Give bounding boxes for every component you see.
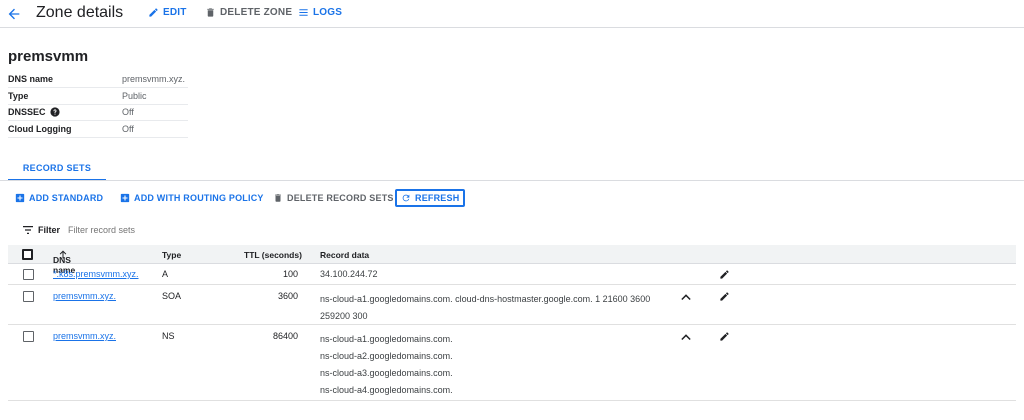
logs-button[interactable]: LOGS (298, 7, 342, 18)
row-checkbox[interactable] (23, 331, 34, 342)
add-routing-policy-label: ADD WITH ROUTING POLICY (134, 193, 264, 203)
pencil-icon (149, 8, 158, 17)
edit-button[interactable]: EDIT (148, 7, 187, 18)
delete-zone-button[interactable]: DELETE ZONE (205, 7, 292, 18)
row-checkbox[interactable] (23, 291, 34, 302)
detail-row: Cloud Logging Off (8, 120, 188, 138)
page-title: Zone details (36, 4, 124, 21)
table-row: *.k8s.premsvmm.xyz. A 100 34.100.244.72 (8, 264, 1016, 285)
delete-zone-label: DELETE ZONE (220, 7, 293, 18)
tab-record-sets[interactable]: RECORD SETS (8, 156, 106, 181)
plus-box-icon (15, 193, 25, 203)
table-header: DNS name Type TTL (seconds) Record data (8, 245, 1016, 275)
detail-value: Public (122, 87, 188, 105)
dns-name-link[interactable]: premsvmm.xyz. (53, 331, 116, 341)
add-routing-policy-button[interactable]: ADD WITH ROUTING POLICY (120, 193, 264, 203)
select-all-checkbox[interactable] (22, 249, 33, 260)
record-data: ns-cloud-a1.googledomains.com. ns-cloud-… (320, 332, 453, 400)
trash-icon (207, 8, 214, 17)
plus-box-icon (120, 193, 130, 203)
record-data-line: ns-cloud-a1.googledomains.com. cloud-dns… (320, 294, 651, 304)
detail-key: DNSSEC (8, 107, 46, 118)
record-ttl: 100 (282, 269, 298, 279)
table-row: premsvmm.xyz. NS 86400 ns-cloud-a1.googl… (8, 325, 1016, 401)
col-dns-name[interactable]: DNS name (53, 250, 75, 275)
record-data-line: 259200 300 (320, 311, 368, 321)
detail-value: premsvmm.xyz. (122, 71, 188, 88)
record-ttl: 3600 (277, 291, 298, 301)
record-data-line: ns-cloud-a3.googledomains.com. (320, 368, 453, 378)
record-data-line: 34.100.244.72 (320, 269, 378, 279)
filter-bar: Filter (0, 219, 1024, 241)
dns-name-link[interactable]: premsvmm.xyz. (53, 291, 116, 301)
detail-key: Type (8, 87, 122, 105)
record-type: SOA (162, 291, 182, 301)
detail-value: Off (122, 120, 188, 138)
record-data: 34.100.244.72 (320, 267, 378, 284)
filter-input[interactable] (68, 225, 269, 235)
trash-icon (275, 194, 281, 202)
row-checkbox[interactable] (23, 269, 34, 280)
record-data: ns-cloud-a1.googledomains.com. cloud-dns… (320, 292, 650, 326)
record-data-line: ns-cloud-a4.googledomains.com. (320, 385, 453, 395)
tab-divider (0, 180, 1024, 181)
filter-icon (23, 226, 33, 234)
help-icon[interactable] (49, 107, 60, 117)
detail-key-cell: DNSSEC (8, 104, 122, 121)
logs-icon (299, 9, 308, 16)
arrow-left-icon[interactable] (6, 6, 22, 22)
record-type: A (162, 269, 169, 279)
col-ttl: TTL (seconds) (244, 250, 302, 260)
add-standard-label: ADD STANDARD (29, 193, 104, 203)
detail-key: DNS name (8, 71, 122, 88)
table-row: premsvmm.xyz. SOA 3600 ns-cloud-a1.googl… (8, 285, 1016, 325)
detail-key: Cloud Logging (8, 120, 122, 138)
chevron-up-icon[interactable] (681, 333, 691, 341)
detail-row: DNS name premsvmm.xyz. (8, 71, 188, 88)
zone-name: premsvmm (8, 48, 89, 65)
detail-row: DNSSEC Off (8, 104, 188, 121)
col-record-data: Record data (320, 250, 370, 260)
pencil-icon[interactable] (719, 331, 730, 342)
dns-name-link[interactable]: *.k8s.premsvmm.xyz. (53, 269, 139, 279)
add-standard-button[interactable]: ADD STANDARD (15, 193, 103, 203)
record-ttl: 86400 (272, 331, 298, 341)
top-bar: Zone details EDIT DELETE ZONE LOGS (0, 0, 1024, 28)
detail-row: Type Public (8, 87, 188, 105)
edit-label: EDIT (163, 7, 187, 18)
detail-value: Off (122, 104, 188, 121)
logs-label: LOGS (313, 7, 343, 18)
delete-record-sets-label: DELETE RECORD SETS (287, 193, 394, 203)
pencil-icon[interactable] (719, 291, 730, 302)
pencil-icon[interactable] (719, 269, 730, 280)
col-type: Type (162, 250, 182, 260)
chevron-up-icon[interactable] (681, 293, 691, 301)
record-type: NS (162, 331, 175, 341)
refresh-button[interactable]: REFRESH (395, 189, 466, 207)
zone-details-table: DNS name premsvmm.xyz. Type Public DNSSE… (8, 71, 188, 138)
filter-label: Filter (38, 225, 61, 235)
record-data-line: ns-cloud-a2.googledomains.com. (320, 351, 453, 361)
record-data-line: ns-cloud-a1.googledomains.com. (320, 334, 453, 344)
refresh-icon (402, 194, 410, 202)
refresh-label: REFRESH (415, 193, 460, 203)
delete-record-sets-button[interactable]: DELETE RECORD SETS (273, 193, 394, 203)
